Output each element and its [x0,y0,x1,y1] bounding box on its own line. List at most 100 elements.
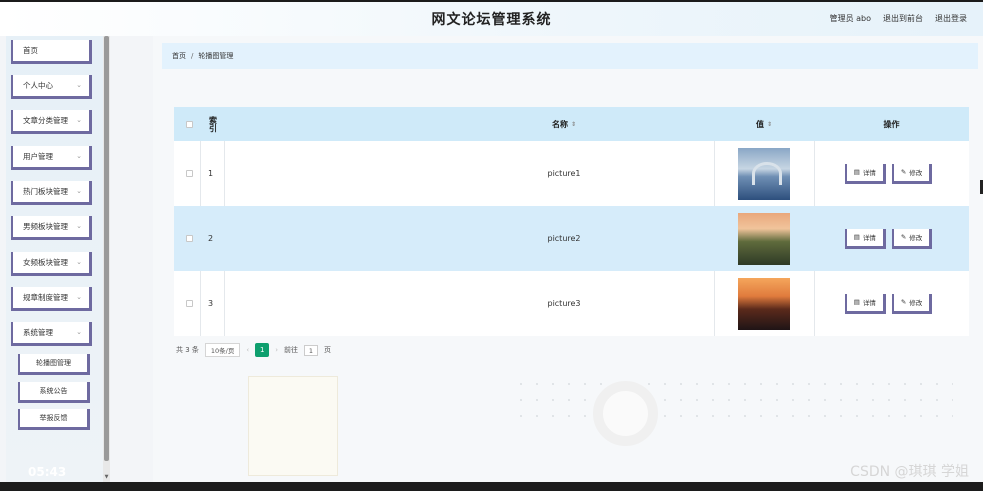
chevron-down-icon: ⌄ [76,222,82,230]
header-index-label: 索引 [208,116,218,132]
chevron-down-icon: ⌄ [76,328,82,336]
detail-icon: ▤ [853,168,860,176]
edit-icon: ✎ [900,298,907,306]
page-size-select[interactable]: 10条/页 [204,343,241,357]
detail-button[interactable]: ▤ 详情 [844,228,886,249]
sidebar-item-label: 用户管理 [23,152,53,161]
sidebar-item-male-board[interactable]: 男频板块管理 ⌄ [11,216,92,240]
row-checkbox[interactable] [185,170,193,177]
select-all-cell [182,107,196,141]
bottom-bar [0,482,983,491]
goto-page-input[interactable]: 1 [304,344,318,356]
header-value[interactable]: 值 ⇕ [714,107,814,141]
sidebar-item-label: 热门板块管理 [23,187,68,196]
sidebar-item-female-board[interactable]: 女频板块管理 ⌄ [11,252,92,276]
chevron-down-icon: ⌄ [76,152,82,160]
column-divider [200,271,201,336]
row-checkbox[interactable] [185,235,193,242]
scrollbar-thumb[interactable] [104,36,109,461]
front-link[interactable]: 退出到前台 [883,13,923,24]
breadcrumb-separator: / [191,52,194,60]
detail-button-label: 详情 [862,169,876,177]
sidebar-subitem-reports[interactable]: 举报反馈 [18,409,90,430]
sidebar-item-hot-board[interactable]: 热门板块管理 ⌄ [11,181,92,205]
sidebar-item-article-category[interactable]: 文章分类管理 ⌄ [11,110,92,134]
row-value [714,206,814,271]
sort-icon[interactable]: ⇕ [767,121,772,128]
table-header: 索引 名称 ⇕ 值 ⇕ 操作 [174,107,969,141]
table-row: 3 picture3 ▤ 详情 ✎ 修改 [174,271,969,336]
table-row: 1 picture1 ▤ 详情 ✎ 修改 [174,141,969,206]
detail-button[interactable]: ▤ 详情 [844,293,886,314]
edit-button-label: 修改 [909,169,923,177]
sidebar-subitem-announcements[interactable]: 系统公告 [18,382,90,403]
header-actions: 操作 [814,107,969,141]
row-value [714,141,814,206]
sidebar-subitem-carousel[interactable]: 轮播图管理 [18,354,90,375]
breadcrumb-home[interactable]: 首页 [172,52,186,60]
sort-icon[interactable]: ⇕ [571,121,576,128]
detail-button[interactable]: ▤ 详情 [844,163,886,184]
sidebar-item-users[interactable]: 用户管理 ⌄ [11,146,92,170]
row-index: 2 [208,234,214,243]
edit-icon: ✎ [900,168,907,176]
header-name[interactable]: 名称 ⇕ [414,107,714,141]
header-value-label: 值 [755,119,764,129]
next-page-icon[interactable]: › [275,346,278,354]
row-actions: ▤ 详情 ✎ 修改 [814,206,969,271]
chevron-down-icon: ⌄ [76,81,82,89]
header-name-label: 名称 [551,119,568,129]
sidebar-item-label: 文章分类管理 [23,116,68,125]
sidebar-item-label: 系统管理 [23,328,53,337]
row-checkbox-cell [182,271,196,336]
column-divider [200,141,201,206]
sidebar-item-personal-center[interactable]: 个人中心 ⌄ [11,75,92,99]
breadcrumb-current: 轮播图管理 [198,52,234,60]
row-actions: ▤ 详情 ✎ 修改 [814,271,969,336]
row-name: picture1 [547,169,581,178]
sidebar-scrollbar[interactable]: ▼ [103,36,110,482]
table-row: 2 picture2 ▤ 详情 ✎ 修改 [174,206,969,271]
sidebar-item-label: 首页 [23,46,38,55]
pagination: 共 3 条 10条/页 ‹ 1 › 前往 1 页 [176,343,331,357]
sidebar-item-label: 女频板块管理 [23,258,68,267]
row-actions: ▤ 详情 ✎ 修改 [814,141,969,206]
header-index[interactable]: 索引 [206,107,220,141]
top-bar: 网文论坛管理系统 管理员 abo 退出到前台 退出登录 [0,0,983,36]
row-checkbox-cell [182,206,196,271]
carousel-image-lake-bridge [738,147,790,200]
logout-link[interactable]: 退出登录 [935,13,967,24]
detail-button-label: 详情 [862,234,876,242]
edit-icon: ✎ [900,233,907,241]
row-checkbox[interactable] [185,300,193,307]
sidebar-item-home[interactable]: 首页 [11,40,92,64]
prev-page-icon[interactable]: ‹ [246,346,249,354]
edit-button[interactable]: ✎ 修改 [891,228,933,249]
edit-button[interactable]: ✎ 修改 [891,293,933,314]
data-table: 索引 名称 ⇕ 值 ⇕ 操作 1 picture1 ▤ 详情 ✎ 修改 2 pi… [174,107,969,336]
row-value [714,271,814,336]
page-number-current[interactable]: 1 [255,343,270,357]
top-links: 管理员 abo 退出到前台 退出登录 [830,13,967,24]
sidebar-item-label: 规章制度管理 [23,293,68,302]
background-dots [513,376,953,426]
row-name: picture3 [547,299,581,308]
row-checkbox-cell [182,141,196,206]
select-all-checkbox[interactable] [185,120,193,128]
sidebar-subitem-label: 轮播图管理 [36,359,71,367]
pagination-total: 共 3 条 [176,346,199,354]
chevron-down-icon: ⌄ [76,116,82,124]
carousel-image-harbor-dusk [738,277,790,330]
sidebar-item-rules[interactable]: 规章制度管理 ⌄ [11,287,92,311]
sidebar-item-label: 个人中心 [23,81,53,90]
edit-button-label: 修改 [909,234,923,242]
carousel-image-castle-sunset [738,212,790,265]
detail-icon: ▤ [853,298,860,306]
row-index: 3 [208,299,214,308]
row-name: picture2 [547,234,581,243]
background-decoration [593,381,658,446]
sidebar-item-system[interactable]: 系统管理 ⌄ [11,322,92,346]
edit-button[interactable]: ✎ 修改 [891,163,933,184]
scroll-down-arrow-icon[interactable]: ▼ [103,474,110,480]
edit-button-label: 修改 [909,299,923,307]
